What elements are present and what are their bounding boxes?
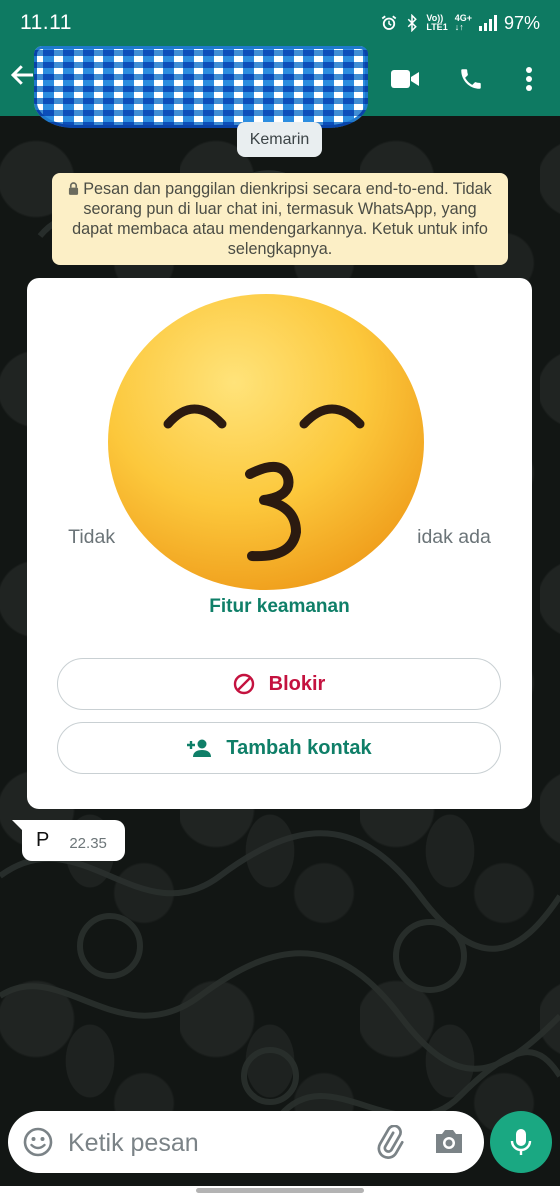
status-time: 11.11 xyxy=(20,11,72,34)
volte-indicator: Vo)) LTE1 xyxy=(426,14,447,32)
attach-button[interactable] xyxy=(372,1124,406,1159)
volte-bottom: LTE1 xyxy=(426,22,448,32)
network-bottom: ↓↑ xyxy=(454,22,464,32)
add-contact-button[interactable]: Tambah kontak xyxy=(57,722,501,774)
network-type: 4G+ ↓↑ xyxy=(455,14,472,32)
bluetooth-icon xyxy=(408,14,418,32)
home-gesture-handle[interactable] xyxy=(196,1188,364,1193)
message-composer xyxy=(8,1111,484,1173)
lock-icon xyxy=(69,182,79,195)
kissing-face-emoji-overlay xyxy=(108,294,424,590)
contact-info-redacted[interactable] xyxy=(34,46,368,128)
alarm-icon xyxy=(382,15,397,30)
voice-call-button[interactable] xyxy=(454,62,488,96)
block-button[interactable]: Blokir xyxy=(57,658,501,710)
camera-button[interactable] xyxy=(433,1126,467,1160)
emoji-button[interactable] xyxy=(22,1126,54,1158)
system-nav-bar xyxy=(0,1186,560,1200)
add-contact-label: Tambah kontak xyxy=(226,736,372,759)
block-label: Blokir xyxy=(268,672,326,695)
phone-icon xyxy=(461,69,481,89)
message-bubble[interactable]: P 22.35 xyxy=(12,820,125,861)
security-features-link[interactable]: Fitur keamanan xyxy=(27,596,532,618)
voice-message-button[interactable] xyxy=(490,1111,552,1173)
block-icon xyxy=(233,673,254,695)
encryption-notice[interactable]: Pesan dan panggilan dienkripsi secara en… xyxy=(52,173,508,265)
emoji-icon xyxy=(23,1127,53,1157)
message-text: P xyxy=(36,829,50,851)
message-time: 22.35 xyxy=(69,835,107,852)
camera-icon xyxy=(436,1130,462,1153)
video-call-button[interactable] xyxy=(388,62,422,96)
microphone-icon xyxy=(510,1129,532,1155)
status-icons: Vo)) LTE1 4G+ ↓↑ 97% xyxy=(380,13,540,34)
status-bar: 11.11 Vo)) LTE1 4G+ ↓↑ 97% xyxy=(0,0,560,46)
card-description-right: idak ada xyxy=(417,526,491,548)
person-add-icon xyxy=(187,739,212,757)
chat-header xyxy=(0,46,560,128)
battery-level: 97% xyxy=(503,12,540,33)
paperclip-icon xyxy=(377,1124,404,1159)
more-vert-icon xyxy=(526,67,532,91)
more-options-button[interactable] xyxy=(512,62,546,96)
message-input[interactable] xyxy=(66,1121,360,1165)
encryption-notice-text: Pesan dan panggilan dienkripsi secara en… xyxy=(72,180,492,258)
date-chip: Kemarin xyxy=(237,122,322,157)
video-call-icon xyxy=(391,70,419,88)
signal-icon xyxy=(478,15,497,31)
